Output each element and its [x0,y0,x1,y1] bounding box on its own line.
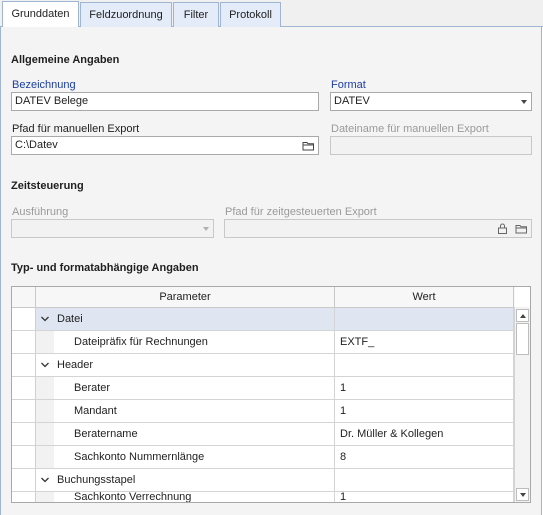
parameter-label: Dateipräfix für Rechnungen [74,336,208,348]
group-row-header[interactable]: Header [12,354,515,377]
row-selector[interactable] [12,354,36,377]
parameter-cell[interactable]: Sachkonto Verrechnung [54,491,335,502]
indent-cell [36,423,54,446]
table-row[interactable]: Beratername Dr. Müller & Kollegen [12,423,515,446]
grid-header: Parameter Wert [12,287,515,308]
chevron-down-icon[interactable] [41,316,49,322]
grid-scrollbar[interactable] [514,307,530,502]
tab-protokoll[interactable]: Protokoll [220,2,281,27]
parameter-cell[interactable]: Beratername [54,423,335,446]
scroll-up-icon[interactable] [516,309,529,322]
row-selector[interactable] [12,492,36,502]
scroll-down-icon[interactable] [516,488,529,501]
tab-feldzuordnung[interactable]: Feldzuordnung [80,2,172,27]
value-text: 1 [340,405,347,417]
parameter-cell[interactable]: Mandant [54,400,335,423]
group-row-datei[interactable]: Datei [12,308,515,331]
parameter-cell[interactable]: Berater [54,377,335,400]
section-title-general: Allgemeine Angaben [11,54,120,66]
table-row[interactable]: Sachkonto Verrechnung 1 [12,491,515,502]
row-selector[interactable] [12,469,36,492]
parameter-grid: Parameter Wert Datei Dateipräfix für Rec… [11,286,531,503]
value-text: 8 [340,451,347,463]
indent-cell [36,400,54,423]
format-label: Format [331,79,366,91]
value-text: 1 [340,491,347,503]
parameter-label: Mandant [74,405,117,417]
value-cell[interactable]: 8 [335,446,514,469]
folder-icon[interactable] [302,139,315,152]
zeit-pfad-label: Pfad für zeitgesteuerten Export [225,206,377,218]
group-label: Header [57,359,94,371]
pfad-label: Pfad für manuellen Export [12,123,140,135]
bezeichnung-field[interactable]: DATEV Belege [11,92,319,111]
chevron-down-icon [521,100,527,104]
dateiname-field[interactable] [330,136,532,155]
value-text: EXTF_ [340,336,375,348]
indent-cell [36,446,54,469]
folder-icon[interactable] [515,222,528,235]
tab-bar: Grunddaten Feldzuordnung Filter Protokol… [0,0,543,28]
parameter-label: Beratername [74,428,138,440]
value-cell[interactable] [335,469,514,492]
pfad-value: C:\Datev [15,139,58,151]
pfad-field[interactable]: C:\Datev [11,136,319,155]
value-cell[interactable]: EXTF_ [335,331,514,354]
value-cell[interactable]: 1 [335,377,514,400]
value-cell[interactable]: 1 [335,400,514,423]
parameter-cell[interactable]: Dateipräfix für Rechnungen [54,331,335,354]
value-text: 1 [340,382,347,394]
section-title-zeit: Zeitsteuerung [11,180,84,192]
row-selector[interactable] [12,400,36,423]
tab-label: Protokoll [229,9,272,21]
indent-cell [36,377,54,400]
section-title-typ: Typ- und formatabhängige Angaben [11,262,199,274]
row-selector[interactable] [12,423,36,446]
ausfuehrung-label: Ausführung [12,206,69,218]
group-cell[interactable]: Datei [36,308,335,331]
value-cell[interactable]: Dr. Müller & Kollegen [335,423,514,446]
tab-label: Filter [183,9,209,21]
lock-icon[interactable] [496,222,509,235]
table-row[interactable]: Mandant 1 [12,400,515,423]
table-row[interactable]: Sachkonto Nummernlänge 8 [12,446,515,469]
parameter-label: Sachkonto Nummernlänge [74,451,205,463]
bezeichnung-value: DATEV Belege [15,95,89,107]
value-cell[interactable] [335,354,514,377]
parameter-label: Berater [74,382,111,394]
group-label: Datei [57,313,83,325]
parameter-cell[interactable]: Sachkonto Nummernlänge [54,446,335,469]
value-cell[interactable]: 1 [335,491,514,502]
value-text: Dr. Müller & Kollegen [340,428,444,440]
bezeichnung-label: Bezeichnung [12,79,76,91]
table-row[interactable]: Dateipräfix für Rechnungen EXTF_ [12,331,515,354]
row-selector[interactable] [12,308,36,331]
chevron-down-icon [203,227,209,231]
tab-label: Grunddaten [11,8,70,20]
group-cell[interactable]: Header [36,354,335,377]
tab-filter[interactable]: Filter [173,2,219,27]
grunddaten-panel: Allgemeine Angaben Bezeichnung DATEV Bel… [0,27,542,515]
indent-cell [36,492,54,502]
chevron-down-icon[interactable] [41,477,49,483]
row-selector[interactable] [12,446,36,469]
format-select[interactable]: DATEV [330,92,532,111]
scrollbar-thumb[interactable] [516,323,529,355]
parameter-label: Sachkonto Verrechnung [74,491,192,503]
chevron-down-icon[interactable] [41,362,49,368]
zeit-pfad-field[interactable] [224,219,532,238]
format-value: DATEV [334,95,370,107]
header-corner [12,287,36,307]
column-header-wert[interactable]: Wert [335,287,514,307]
row-selector[interactable] [12,331,36,354]
indent-cell [36,331,54,354]
row-selector[interactable] [12,377,36,400]
table-row[interactable]: Berater 1 [12,377,515,400]
tab-label: Feldzuordnung [89,9,163,21]
value-cell[interactable] [335,308,514,331]
column-header-parameter[interactable]: Parameter [36,287,335,307]
ausfuehrung-select[interactable] [11,219,214,238]
dateiname-label: Dateiname für manuellen Export [331,123,489,135]
tab-grunddaten[interactable]: Grunddaten [2,1,79,28]
